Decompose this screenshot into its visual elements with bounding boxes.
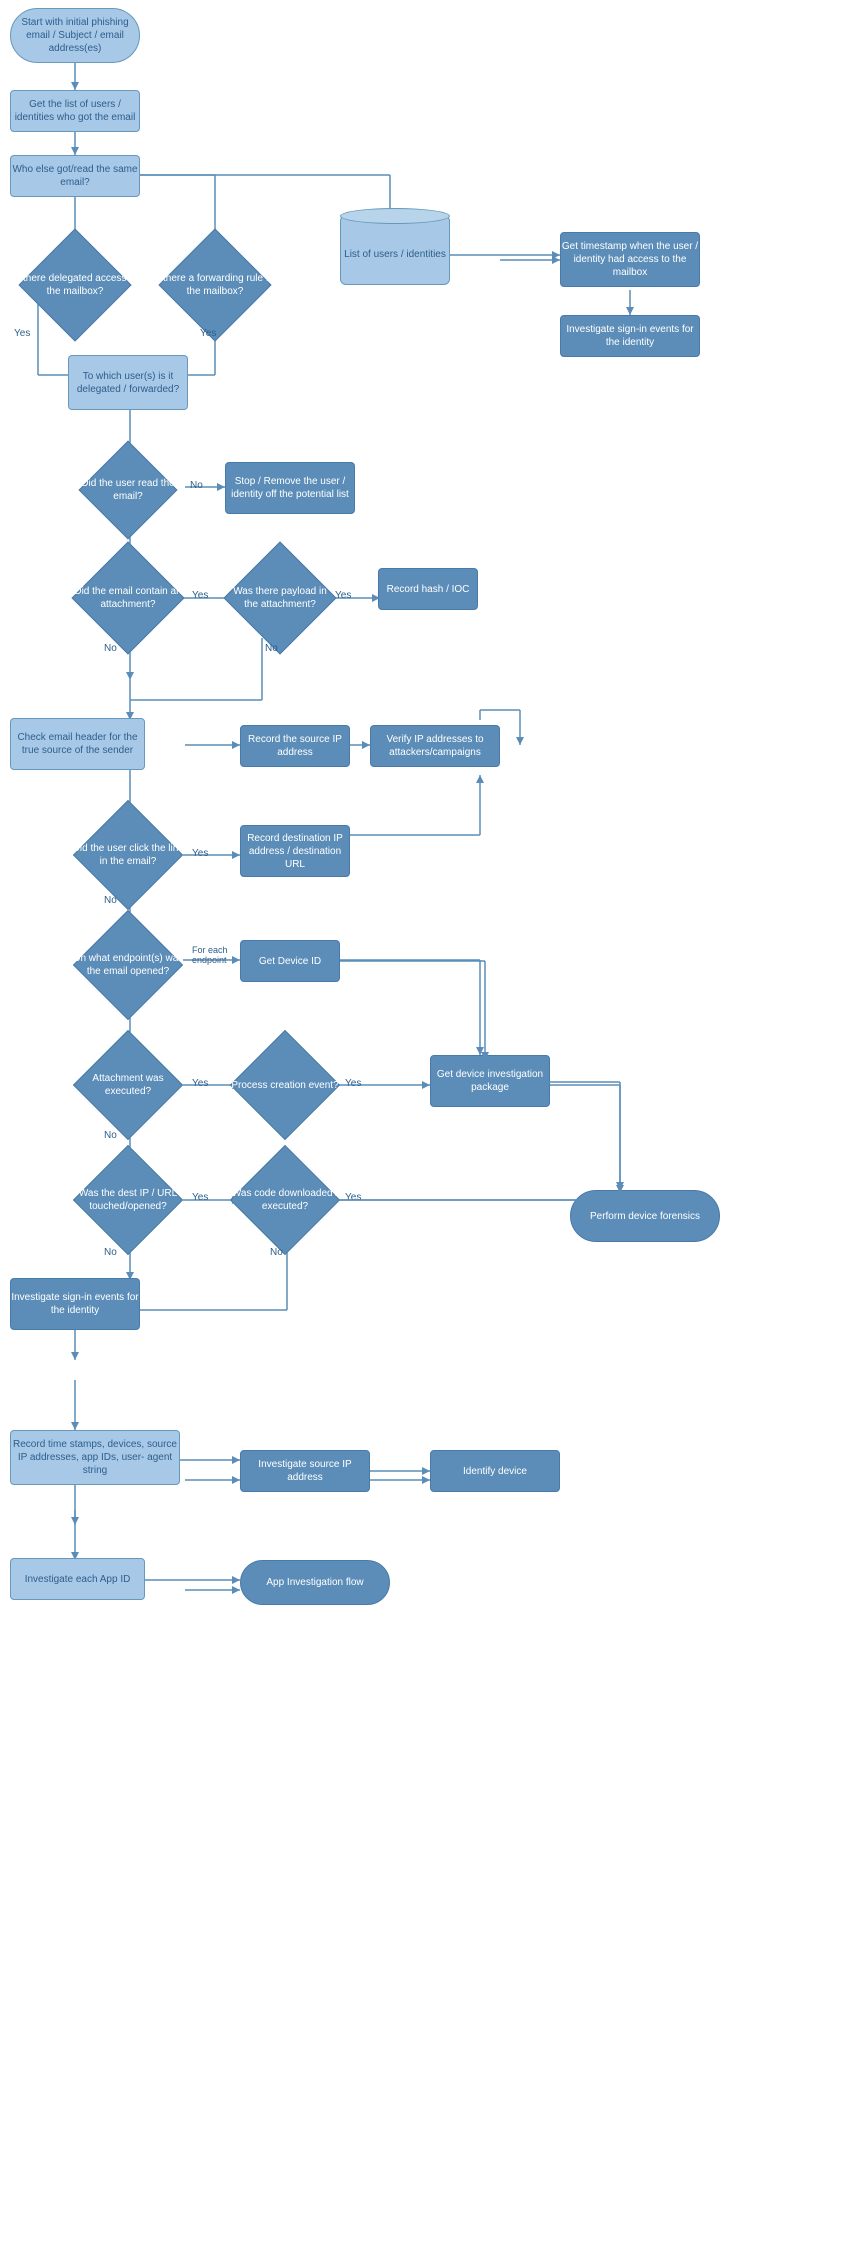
flowchart-diagram: Start with initial phishing email / Subj… [0,0,857,2266]
label-no-payload: No [265,643,278,654]
node-verify-ip: Verify IP addresses to attackers/campaig… [370,725,500,767]
node-investigate-source-ip: Investigate source IP address [240,1450,370,1492]
node-verify-ip-label: Verify IP addresses to attackers/campaig… [371,733,499,759]
diamond-endpoint: On what endpoint(s) was the email opened… [68,930,188,1000]
node-check-header: Check email header for the true source o… [10,718,145,770]
label-no-code: No [270,1247,283,1258]
label-no-read: No [190,480,203,491]
label-no-exec: No [104,1130,117,1141]
node-identify-device-label: Identify device [463,1465,527,1478]
node-get-timestamp: Get timestamp when the user / identity h… [560,232,700,287]
label-no-dest-ip: No [104,1247,117,1258]
node-investigate-source-ip-label: Investigate source IP address [241,1458,369,1484]
node-investigate-signin-bottom-label: Investigate sign-in events for the ident… [11,1291,139,1317]
node-record-timestamps-label: Record time stamps, devices, source IP a… [11,1438,179,1477]
node-record-source-ip-label: Record the source IP address [241,733,349,759]
label-foreach-endpoint: For eachendpoint [192,945,228,965]
diamond-code: Was code downloaded / executed? [230,1160,340,1240]
node-app-investigation-label: App Investigation flow [266,1576,363,1589]
node-get-users: Get the list of users / identities who g… [10,90,140,132]
diamond-process: Process creation event? [230,1045,340,1125]
label-yes-code: Yes [345,1192,361,1203]
node-record-source-ip: Record the source IP address [240,725,350,767]
node-investigate-app-label: Investigate each App ID [25,1573,131,1586]
label-no-link: No [104,895,117,906]
diamond-attachment-exec: Attachment was executed? [68,1045,188,1125]
diamond-payload: Was there payload in the attachment? [230,555,330,641]
node-record-hash: Record hash / IOC [378,568,478,610]
label-yes-process: Yes [345,1078,361,1089]
node-investigate-signin-bottom: Investigate sign-in events for the ident… [10,1278,140,1330]
arrow-n15-n18 [0,1485,857,1535]
cylinder-users-label: List of users / identities [344,248,446,261]
node-get-device-id: Get Device ID [240,940,340,982]
node-investigate-signin-top-label: Investigate sign-in events for the ident… [561,323,699,349]
label-yes-dest-ip: Yes [192,1192,208,1203]
node-record-dest-ip-label: Record destination IP address / destinat… [241,832,349,871]
node-get-timestamp-label: Get timestamp when the user / identity h… [561,240,699,279]
arrow-n14-down [0,1330,857,1370]
node-stop-remove-label: Stop / Remove the user / identity off th… [226,475,354,501]
diamond-attachment: Did the email contain an attachment? [68,555,188,641]
node-stop-remove: Stop / Remove the user / identity off th… [225,462,355,514]
diamond-dest-ip: Was the dest IP / URL touched/opened? [68,1160,188,1240]
start-label: Start with initial phishing email / Subj… [11,16,139,55]
node-check-header-label: Check email header for the true source o… [11,731,144,757]
node-perform-forensics: Perform device forensics [570,1190,720,1242]
label-yes-attachment: Yes [192,590,208,601]
node-get-device-id-label: Get Device ID [259,955,321,968]
label-yes-payload: Yes [335,590,351,601]
diamond-delegated: Is there delegated access to the mailbox… [10,245,140,325]
node-to-which-users: To which user(s) is it delegated / forwa… [68,355,188,410]
node-investigate-signin-top: Investigate sign-in events for the ident… [560,315,700,357]
label-no-attachment: No [104,643,117,654]
label-yes-link: Yes [192,848,208,859]
node-who-else: Who else got/read the same email? [10,155,140,197]
node-get-device-package-label: Get device investigation package [431,1068,549,1094]
diamond-link: Did the user click the link in the email… [68,815,188,895]
node-get-users-label: Get the list of users / identities who g… [11,98,139,124]
node-identify-device: Identify device [430,1450,560,1492]
node-perform-forensics-label: Perform device forensics [590,1210,700,1223]
diamond-forwarding: Is there a forwarding rule for the mailb… [150,245,280,325]
node-record-timestamps: Record time stamps, devices, source IP a… [10,1430,180,1485]
node-who-else-label: Who else got/read the same email? [11,163,139,189]
node-app-investigation: App Investigation flow [240,1560,390,1605]
node-get-device-package: Get device investigation package [430,1055,550,1107]
node-to-which-users-label: To which user(s) is it delegated / forwa… [69,370,187,396]
label-yes-forwarding: Yes [200,328,216,339]
node-record-dest-ip: Record destination IP address / destinat… [240,825,350,877]
label-yes-exec: Yes [192,1078,208,1089]
cylinder-users: List of users / identities [340,215,450,285]
start-node: Start with initial phishing email / Subj… [10,8,140,63]
label-yes-delegated: Yes [14,328,30,339]
diamond-read: Did the user read the email? [68,455,188,525]
node-investigate-app: Investigate each App ID [10,1558,145,1600]
node-record-hash-label: Record hash / IOC [387,583,470,596]
